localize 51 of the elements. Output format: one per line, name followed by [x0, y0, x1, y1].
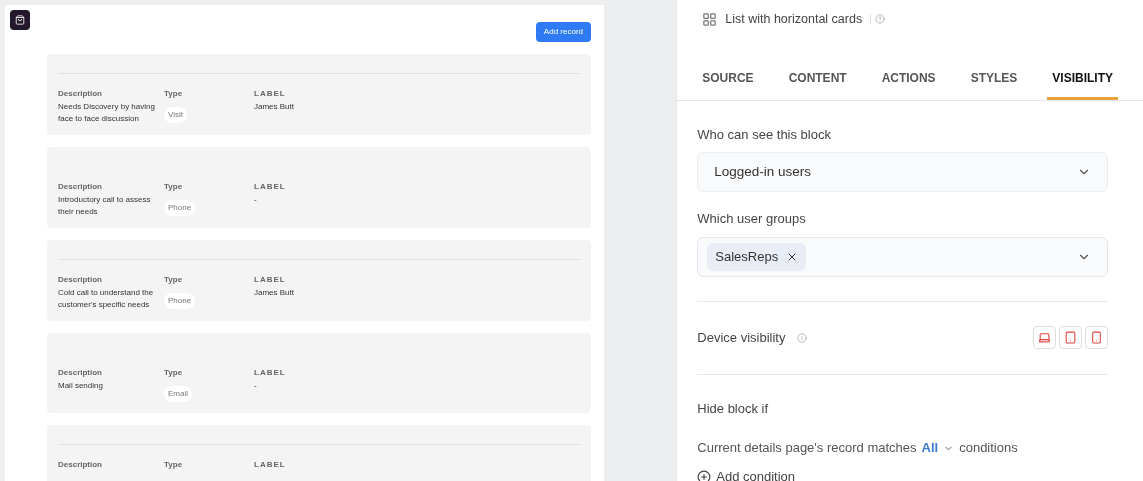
match-dropdown[interactable]: All: [921, 438, 955, 458]
tab[interactable]: ACTIONS: [876, 68, 941, 100]
field-label: Description: [58, 88, 103, 100]
section-title: Hide block if: [697, 399, 770, 418]
field-label: LABEL: [254, 274, 287, 286]
field-label: Type: [164, 181, 184, 193]
type-badge: Phone: [164, 200, 196, 216]
type-badge: Phone: [164, 293, 196, 309]
field-label: Which user groups: [697, 210, 807, 229]
type-badge: Email: [164, 386, 192, 402]
field-label: Type: [164, 459, 184, 471]
label-value: James Butt: [254, 101, 294, 113]
block-type-label: List with horizontal cards: [725, 11, 863, 28]
field-label: LABEL: [254, 181, 286, 193]
field-label: Who can see this block: [697, 125, 832, 144]
field-label: Type: [164, 367, 184, 379]
visibility-select[interactable]: Logged-in users: [697, 152, 1108, 193]
field-label: Type: [164, 88, 184, 100]
label-value: James Butt: [254, 287, 294, 299]
condition-text: conditions: [959, 439, 1018, 458]
tab[interactable]: CONTENT: [783, 68, 852, 100]
tab[interactable]: VISIBILITY: [1047, 68, 1118, 100]
description-text: Cold call to understand the customer's specific needs: [58, 287, 155, 311]
type-badge: Visit: [164, 107, 187, 123]
label-value: -: [254, 380, 258, 392]
group-chip[interactable]: SalesReps: [707, 243, 807, 271]
condition-text: Current details page's record matches: [697, 439, 917, 458]
description-text: Introductory call to assess their needs: [58, 194, 152, 218]
field-label: Device visibility: [697, 329, 786, 347]
field-label: LABEL: [254, 367, 286, 379]
field-label: Description: [58, 367, 103, 379]
bag-icon[interactable]: [10, 10, 30, 30]
field-label: Description: [58, 274, 103, 286]
grid-icon: [702, 11, 718, 27]
field-label: Description: [58, 181, 103, 193]
description-text: Mail sending: [58, 380, 104, 392]
tablet-icon[interactable]: [1059, 326, 1082, 350]
description-text: Needs Discovery by having face to face discussion: [58, 101, 156, 125]
tab[interactable]: SOURCE: [697, 68, 759, 100]
phone-icon[interactable]: [1085, 326, 1108, 350]
label-value: -: [254, 194, 258, 206]
add-record-button[interactable]: Add record: [535, 22, 591, 42]
field-label: LABEL: [254, 88, 287, 100]
field-label: Type: [164, 274, 184, 286]
user-groups-select[interactable]: SalesReps: [697, 236, 1108, 277]
add-condition-button[interactable]: Add condition: [697, 466, 796, 481]
laptop-icon[interactable]: [1033, 326, 1056, 350]
tab[interactable]: STYLES: [965, 68, 1023, 100]
field-label: LABEL: [254, 459, 286, 471]
info-icon: [797, 332, 808, 343]
field-label: Description: [58, 459, 103, 471]
